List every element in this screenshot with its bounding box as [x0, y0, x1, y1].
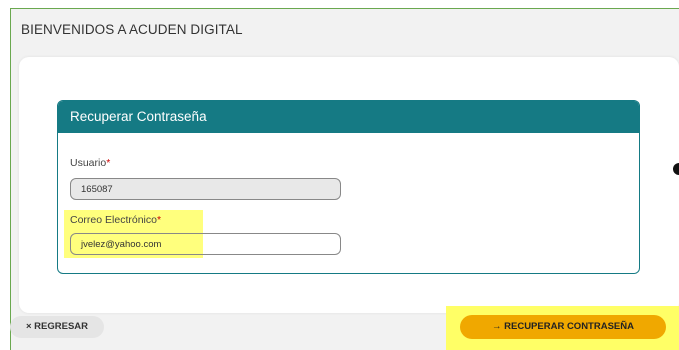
usuario-field[interactable]: 165087 [70, 178, 341, 200]
form-card: Recuperar Contraseña Usuario* 165087 Cor… [19, 57, 679, 313]
recover-password-panel: Recuperar Contraseña Usuario* 165087 Cor… [57, 100, 640, 274]
usuario-label-text: Usuario [70, 157, 107, 169]
correo-required-mark: * [156, 214, 162, 226]
back-button[interactable]: × REGRESAR [10, 316, 104, 338]
cursor-indicator [673, 163, 679, 175]
page-frame: BIENVENIDOS A ACUDEN DIGITAL Recuperar C… [10, 8, 679, 350]
correo-label-text: Correo Electrónico [70, 214, 157, 226]
recover-password-button[interactable]: → RECUPERAR CONTRASEÑA [460, 315, 666, 339]
panel-title: Recuperar Contraseña [58, 101, 639, 133]
correo-label: Correo Electrónico* [70, 214, 161, 226]
usuario-required-mark: * [106, 157, 111, 169]
usuario-label: Usuario* [70, 157, 110, 169]
email-field[interactable]: jvelez@yahoo.com [70, 233, 341, 255]
page-title: BIENVENIDOS A ACUDEN DIGITAL [21, 22, 243, 37]
